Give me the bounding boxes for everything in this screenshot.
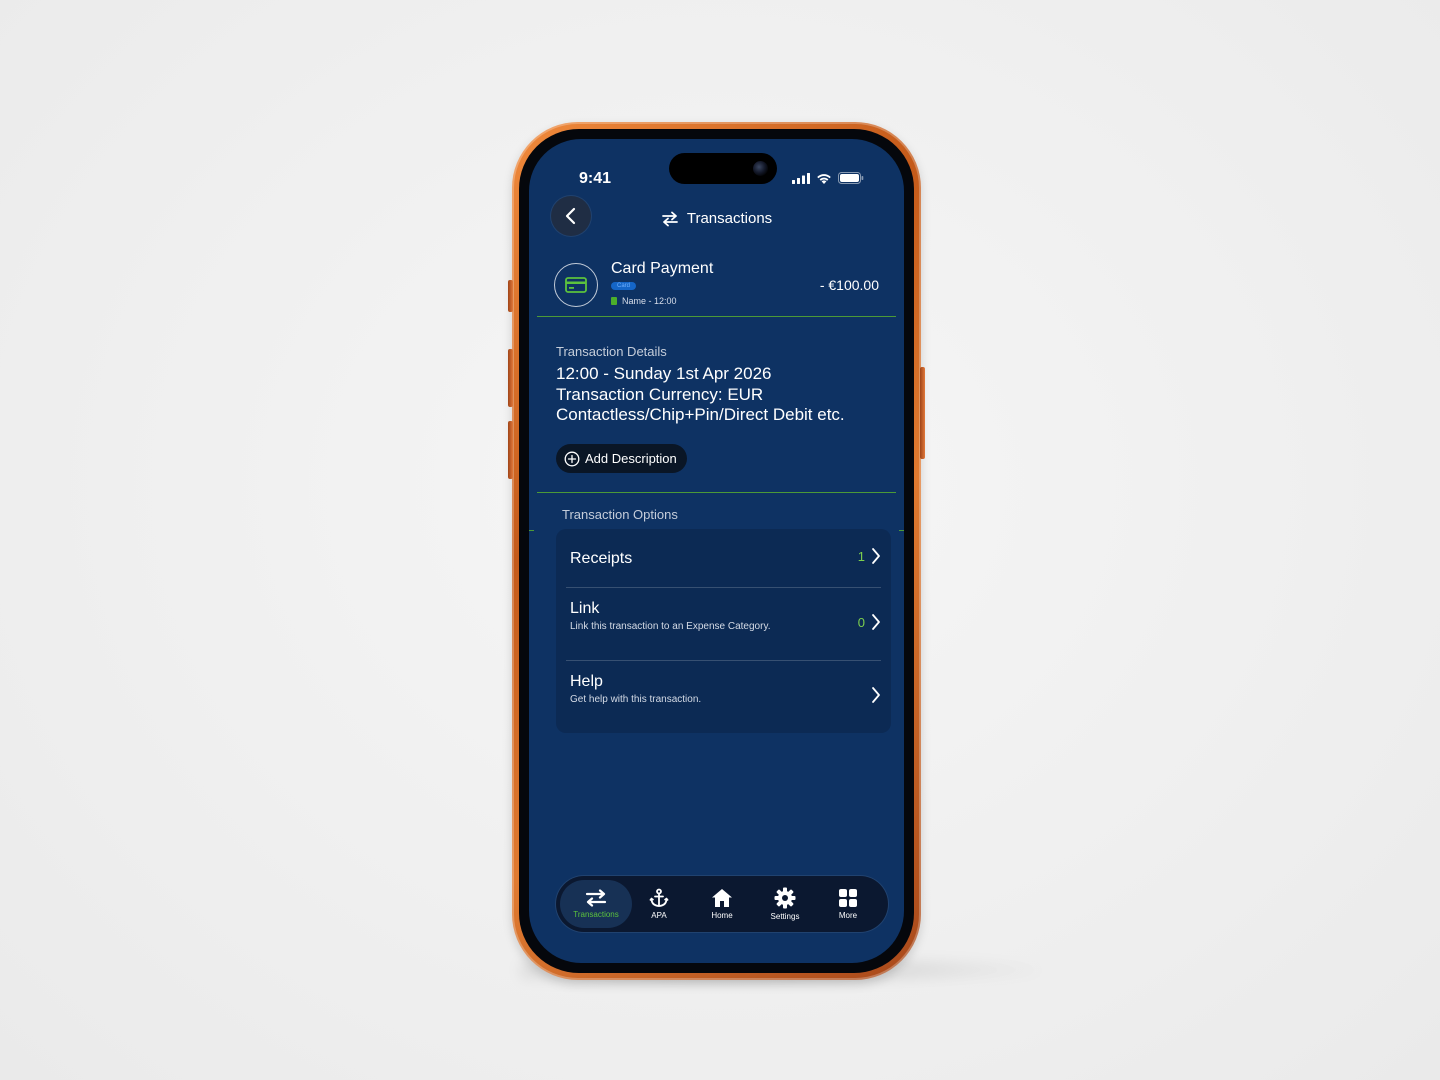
option-right: 0: [858, 613, 881, 631]
section-divider: [537, 492, 896, 493]
transaction-title: Card Payment: [611, 260, 714, 277]
option-title: Help: [570, 673, 603, 690]
phone-bezel: 9:41 Transactions Card Payment Card Name…: [519, 129, 914, 973]
receipts-count: 1: [857, 548, 865, 564]
details-method: Contactless/Chip+Pin/Direct Debit etc.: [556, 405, 845, 424]
grid-icon: [839, 889, 857, 907]
transaction-type-badge: Card: [611, 282, 637, 290]
details-datetime: 12:00 - Sunday 1st Apr 2026: [556, 364, 772, 383]
phone-frame: 9:41 Transactions Card Payment Card Name…: [508, 122, 925, 980]
nav-label: More: [838, 911, 858, 920]
options-list: Receipts 1 Link Link this transaction to…: [556, 529, 891, 733]
option-link[interactable]: Link Link this transaction to an Expense…: [570, 588, 881, 660]
add-description-button[interactable]: Add Description: [556, 444, 687, 473]
options-heading: Transaction Options: [562, 507, 678, 522]
nav-item-transactions[interactable]: Transactions: [560, 880, 632, 928]
option-title: Link: [570, 600, 600, 617]
transaction-meta: Name - 12:00: [611, 296, 677, 306]
power-button: [920, 367, 925, 459]
action-button: [508, 280, 513, 312]
option-subtitle: Get help with this transaction.: [570, 694, 702, 705]
add-description-label: Add Description: [585, 451, 677, 466]
wifi-icon: [817, 173, 831, 184]
mockup-stage: 9:41 Transactions Card Payment Card Name…: [0, 0, 1440, 1080]
nav-label: Home: [711, 911, 733, 920]
divider-tick: [529, 530, 534, 531]
divider-tick: [899, 530, 904, 531]
status-dot: [611, 297, 617, 305]
volume-up-button: [508, 349, 513, 407]
option-subtitle: Link this transaction to an Expense Cate…: [570, 621, 771, 632]
transaction-meta-text: Name - 12:00: [622, 296, 677, 306]
transaction-amount: - €100.00: [819, 277, 879, 293]
nav-item-home[interactable]: Home: [699, 880, 745, 928]
dynamic-island: [669, 153, 777, 184]
signal-icon: [792, 172, 810, 184]
home-icon: [712, 889, 732, 907]
nav-item-apa[interactable]: APA: [636, 880, 682, 928]
nav-item-settings[interactable]: Settings: [762, 880, 808, 928]
chevron-right-icon: [872, 614, 880, 630]
home-indicator: [647, 949, 787, 954]
phone-screen: 9:41 Transactions Card Payment Card Name…: [529, 139, 904, 963]
credit-card-icon: [565, 277, 587, 293]
nav-label: Transactions: [573, 910, 619, 919]
status-icons: [792, 172, 864, 184]
plus-circle-icon: [564, 451, 580, 466]
swap-arrows-icon: [661, 211, 678, 226]
option-title: Receipts: [570, 550, 633, 567]
nav-item-more[interactable]: More: [825, 880, 871, 928]
nav-label: Settings: [770, 912, 800, 921]
chevron-right-icon: [872, 548, 880, 564]
status-time: 9:41: [579, 170, 612, 187]
section-divider: [537, 316, 896, 317]
page-header: Transactions: [529, 210, 904, 227]
chevron-right-icon: [872, 687, 880, 703]
bottom-nav: Transactions APA Home Settings More: [556, 876, 888, 932]
page-title: Transactions: [686, 210, 773, 227]
option-receipts[interactable]: Receipts 1: [570, 529, 881, 587]
nav-label: APA: [651, 911, 667, 920]
transaction-type-avatar: [554, 263, 598, 307]
volume-down-button: [508, 421, 513, 479]
option-help[interactable]: Help Get help with this transaction.: [570, 661, 881, 733]
camera-icon: [753, 161, 768, 176]
details-currency: Transaction Currency: EUR: [556, 385, 764, 404]
option-right: [871, 686, 881, 704]
swap-arrows-icon: [585, 889, 607, 907]
details-heading: Transaction Details: [556, 344, 667, 359]
link-count: 0: [857, 614, 865, 630]
gear-icon: [774, 887, 796, 909]
battery-icon: [838, 172, 864, 184]
option-right: 1: [858, 547, 881, 565]
anchor-icon: [649, 888, 669, 907]
